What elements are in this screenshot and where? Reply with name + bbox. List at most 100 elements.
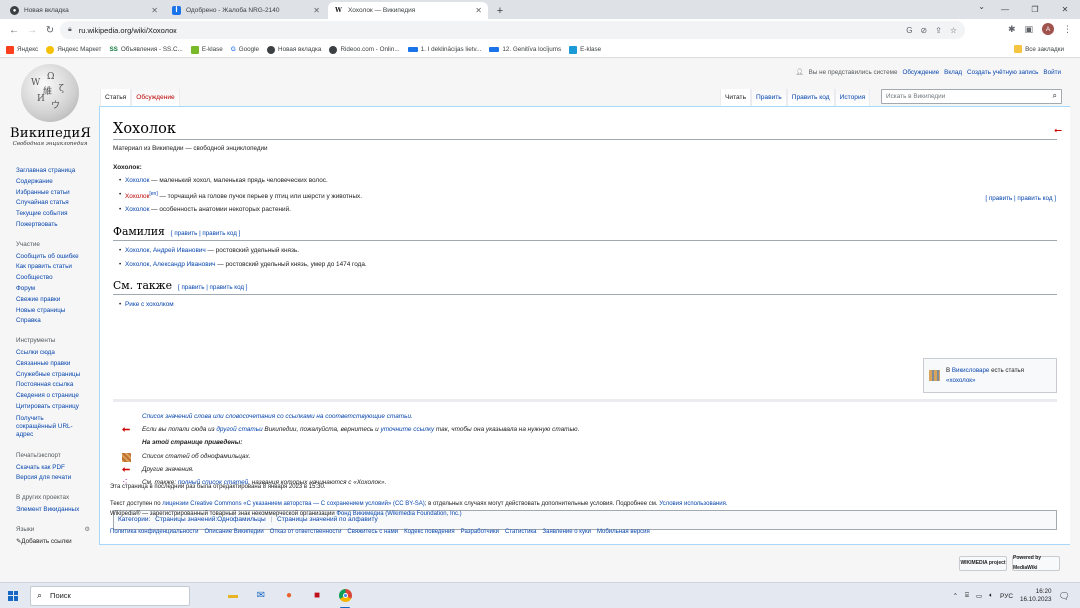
person-link[interactable]: Хохолок, Андрей Иванович bbox=[125, 247, 206, 254]
app-icon[interactable]: ■ bbox=[307, 586, 327, 606]
foundation-link[interactable]: Фонд Викимедиа (Wikimedia Foundation, In… bbox=[336, 511, 461, 517]
clarify-link[interactable]: уточните ссылку bbox=[381, 426, 435, 433]
forward-button[interactable]: → bbox=[24, 23, 40, 39]
language-indicator[interactable]: РУС bbox=[1000, 593, 1013, 600]
new-tab-button[interactable]: + bbox=[492, 3, 508, 19]
see-also-link[interactable]: Рике с хохолком bbox=[125, 301, 174, 308]
bookmark-yandex-market[interactable]: Яндекс Маркет bbox=[46, 45, 101, 54]
sidebar-item-forum[interactable]: Форум bbox=[16, 284, 96, 295]
start-button[interactable] bbox=[0, 583, 26, 608]
menu-icon[interactable]: ⋮ bbox=[1063, 24, 1072, 35]
sidebar-item-printable[interactable]: Версия для печати bbox=[16, 473, 96, 484]
minimize-button[interactable]: — bbox=[990, 0, 1020, 19]
side-panel-icon[interactable]: ▣ bbox=[1024, 24, 1033, 35]
wikimedia-badge[interactable]: WIKIMEDIA project bbox=[959, 556, 1007, 571]
license-link[interactable]: лицензии Creative Commons «С указанием а… bbox=[162, 501, 425, 507]
bookmark-yandex[interactable]: Яндекс bbox=[6, 45, 38, 54]
mail-icon[interactable]: ✉ bbox=[251, 586, 271, 606]
sidebar-item-what-links-here[interactable]: Ссылки сюда bbox=[16, 348, 96, 359]
sidebar-item-donate[interactable]: Пожертвовать bbox=[16, 220, 96, 231]
clock[interactable]: 16:20 16.10.2023 bbox=[1020, 588, 1052, 604]
sidebar-item-new-pages[interactable]: Новые страницы bbox=[16, 306, 96, 317]
statistics-link[interactable]: Статистика bbox=[505, 528, 537, 537]
volume-icon[interactable]: 🔈︎ bbox=[989, 592, 993, 600]
profile-avatar[interactable]: A bbox=[1042, 23, 1054, 35]
terms-link[interactable]: Условия использования. bbox=[659, 501, 727, 507]
tab-search-icon[interactable]: ⌄ bbox=[978, 2, 985, 11]
mediawiki-badge[interactable]: Powered by MediaWiki bbox=[1012, 555, 1060, 571]
sidebar-item-wikidata[interactable]: Элемент Викиданных bbox=[16, 505, 96, 516]
meaning-link[interactable]: Хохолок bbox=[125, 206, 149, 213]
tab-article[interactable]: Статья bbox=[100, 89, 132, 106]
sidebar-item-page-info[interactable]: Сведения о странице bbox=[16, 391, 96, 402]
bookmark-star-icon[interactable]: ☆ bbox=[950, 26, 957, 35]
sidebar-item-short-url[interactable]: Получить сокращённый URL-адрес bbox=[16, 415, 80, 439]
sidebar-item-community[interactable]: Сообщество bbox=[16, 273, 96, 284]
wikipedia-logo[interactable]: WΩζ Иウ維 ВикипедиЯ Свободная энциклопедия bbox=[10, 64, 91, 147]
site-info-icon[interactable]: 🔒︎ bbox=[68, 26, 72, 34]
sidebar-item-featured[interactable]: Избранные статьи bbox=[16, 188, 96, 199]
close-icon[interactable]: ✕ bbox=[475, 6, 482, 15]
bookmark-google[interactable]: G Google bbox=[231, 46, 259, 53]
extensions-icon[interactable]: ✱ bbox=[1008, 24, 1016, 35]
bookmark-ss[interactable]: SS Объявления - SS.C... bbox=[109, 46, 182, 53]
sidebar-item-random[interactable]: Случайная статья bbox=[16, 198, 96, 209]
bookmark-genitiva[interactable]: 12. Genitīva locījums bbox=[489, 46, 561, 53]
sidebar-item-recent-changes[interactable]: Свежие правки bbox=[16, 295, 96, 306]
tab-read[interactable]: Читать bbox=[720, 89, 752, 106]
bookmark-deklinacijas[interactable]: 1. I deklinācijas lietv... bbox=[407, 46, 481, 53]
add-interlanguage-links[interactable]: ✎Добавить ссылки bbox=[16, 537, 96, 546]
meaning-link[interactable]: Хохолок bbox=[125, 177, 149, 184]
sidebar-item-special-pages[interactable]: Служебные страницы bbox=[16, 370, 96, 381]
firefox-icon[interactable]: ● bbox=[279, 586, 299, 606]
disambig-help-link[interactable]: Список значений слова или словосочетания… bbox=[142, 413, 413, 420]
display-icon[interactable]: ▭ bbox=[976, 592, 982, 600]
close-icon[interactable]: ✕ bbox=[151, 6, 158, 15]
sidebar-item-contents[interactable]: Содержание bbox=[16, 177, 96, 188]
section-edit-links[interactable]: [ править | править код ] bbox=[178, 284, 247, 291]
share-icon[interactable]: ⇪ bbox=[935, 26, 942, 35]
maximize-button[interactable]: ❐ bbox=[1020, 0, 1050, 19]
gear-icon[interactable]: ⚙ bbox=[84, 525, 90, 536]
create-account-link[interactable]: Создать учётную запись bbox=[967, 69, 1038, 76]
sidebar-item-help[interactable]: Справка bbox=[16, 316, 96, 327]
bookmark-eklase[interactable]: E-klase bbox=[190, 45, 223, 54]
other-article-link[interactable]: другой статьи bbox=[216, 426, 262, 433]
file-explorer-icon[interactable]: ▬ bbox=[223, 586, 243, 606]
password-icon[interactable]: ⊘ bbox=[920, 26, 927, 35]
back-button[interactable]: ← bbox=[6, 23, 22, 39]
reload-button[interactable]: ↻ bbox=[42, 23, 58, 39]
sidebar-item-current-events[interactable]: Текущие события bbox=[16, 209, 96, 220]
wiktionary-term-link[interactable]: «хохолок» bbox=[946, 377, 975, 384]
sidebar-item-download-pdf[interactable]: Скачать как PDF bbox=[16, 463, 96, 474]
address-bar[interactable]: 🔒︎ ru.wikipedia.org/wiki/Хохолок G ⊘ ⇪ ☆ bbox=[60, 21, 965, 39]
sidebar-item-report-error[interactable]: Сообщить об ошибке bbox=[16, 252, 96, 263]
contact-link[interactable]: Свяжитесь с нами bbox=[347, 528, 398, 537]
chevron-up-icon[interactable]: ⌃ bbox=[953, 592, 958, 600]
browser-tab-complaint[interactable]: ꟾ Одобрено - Жалоба NRG-2140 ✕ bbox=[166, 2, 326, 19]
sidebar-item-permalink[interactable]: Постоянная ссылка bbox=[16, 380, 96, 391]
google-lens-icon[interactable]: G bbox=[906, 26, 912, 35]
notifications-icon[interactable]: 🗨︎ bbox=[1059, 591, 1070, 602]
personal-contributions-link[interactable]: Вклад bbox=[944, 69, 962, 76]
sidebar-item-cite[interactable]: Цитировать страницу bbox=[16, 402, 96, 413]
meaning-link-red[interactable]: Хохолок bbox=[125, 193, 149, 200]
tab-edit[interactable]: Править bbox=[751, 89, 787, 106]
chrome-icon[interactable] bbox=[335, 586, 355, 608]
taskbar-search[interactable]: ⌕ Поиск bbox=[30, 585, 190, 606]
tab-history[interactable]: История bbox=[834, 89, 871, 106]
mobile-view-link[interactable]: Мобильная версия bbox=[597, 528, 650, 537]
sidebar-item-how-to-edit[interactable]: Как править статьи bbox=[16, 262, 96, 273]
personal-talk-link[interactable]: Обсуждение bbox=[902, 69, 939, 76]
privacy-link[interactable]: Политика конфиденциальности bbox=[110, 528, 199, 537]
section-edit-links[interactable]: [ править | править код ] bbox=[171, 230, 240, 237]
browser-tab-wikipedia[interactable]: W Хохолок — Википедия ✕ bbox=[328, 2, 488, 19]
network-icon[interactable]: ⌸ bbox=[965, 592, 969, 600]
bookmark-rideoo[interactable]: Rideoo.com - Onlin... bbox=[329, 45, 400, 54]
wiktionary-link[interactable]: Викисловаре bbox=[952, 367, 990, 374]
all-bookmarks[interactable]: Все закладки bbox=[1014, 45, 1064, 53]
sidebar-item-related-changes[interactable]: Связанные правки bbox=[16, 359, 96, 370]
sidebar-item-main-page[interactable]: Заглавная страница bbox=[16, 166, 96, 177]
tab-edit-source[interactable]: Править код bbox=[786, 89, 835, 106]
close-icon[interactable]: ✕ bbox=[313, 6, 320, 15]
